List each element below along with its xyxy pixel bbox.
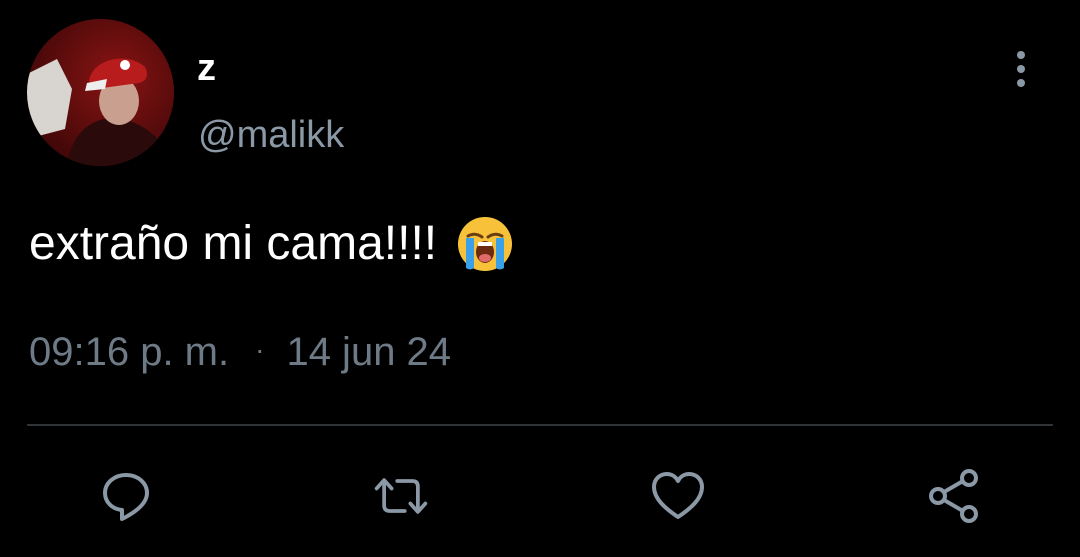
comment-icon xyxy=(103,473,149,521)
more-options-button[interactable] xyxy=(1003,47,1039,91)
user-handle[interactable]: @malikk xyxy=(198,113,344,157)
like-button[interactable] xyxy=(648,466,708,526)
divider xyxy=(27,424,1053,426)
share-button[interactable] xyxy=(924,466,984,526)
meta-separator: · xyxy=(255,334,265,365)
tweet-card: z @malikk extraño mi cama!!!! 09:16 p. m… xyxy=(0,0,1080,557)
display-name[interactable]: z xyxy=(197,46,216,90)
tweet-text-content: extraño mi cama!!!! xyxy=(29,217,438,270)
retweet-icon xyxy=(374,478,428,514)
tweet-timestamp[interactable]: 09:16 p. m. · 14 jun 24 xyxy=(29,326,451,376)
tweet-date: 14 jun 24 xyxy=(286,330,452,374)
retweet-button[interactable] xyxy=(371,466,431,526)
share-icon xyxy=(929,469,978,523)
loudly-crying-face-icon xyxy=(455,214,515,274)
tweet-text: extraño mi cama!!!! xyxy=(29,214,515,274)
heart-icon xyxy=(652,472,704,519)
tweet-time: 09:16 p. m. xyxy=(29,330,230,374)
avatar[interactable] xyxy=(27,19,174,166)
more-vertical-icon xyxy=(1017,51,1025,87)
reply-button[interactable] xyxy=(96,466,156,526)
